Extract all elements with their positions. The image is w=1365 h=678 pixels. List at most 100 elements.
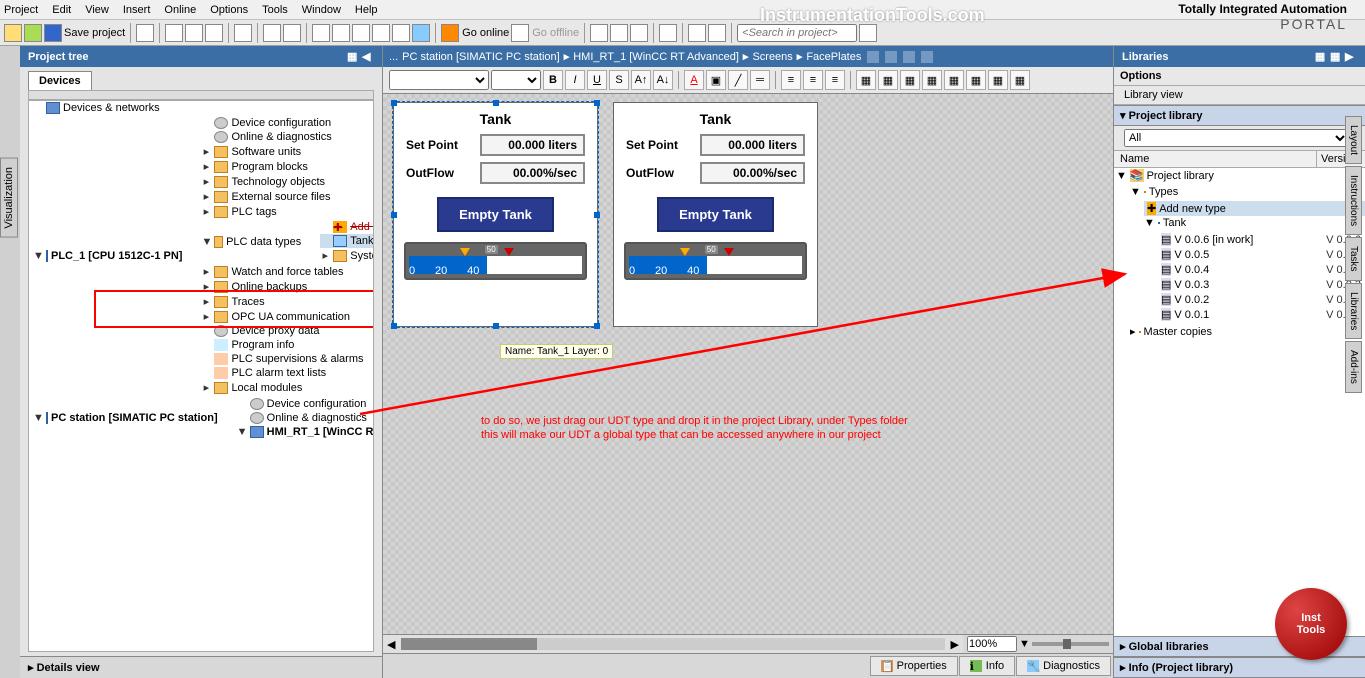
align-c-button[interactable]: ≡	[803, 70, 823, 90]
go-online-button[interactable]: Go online	[441, 24, 509, 42]
col-name[interactable]: Name	[1114, 151, 1317, 167]
tree-sys-dt[interactable]: ▸System data types	[320, 248, 374, 263]
panel-grid-icon[interactable]: ▦	[347, 50, 359, 62]
bc-pc-station[interactable]: PC station [SIMATIC PC station]	[402, 51, 560, 63]
h-scrollbar[interactable]: ◀▶	[383, 635, 963, 653]
arrange-4[interactable]: ▦	[922, 70, 942, 90]
options-row[interactable]: Options	[1114, 67, 1365, 86]
menu-view[interactable]: View	[85, 4, 109, 16]
underline-button[interactable]: U	[587, 70, 607, 90]
lib-v006[interactable]: ▤V 0.0.6 [in work]V 0.0.6	[1158, 232, 1365, 247]
tree-traces[interactable]: ▸Traces	[201, 294, 374, 309]
diagnostics-tab[interactable]: 🔧Diagnostics	[1016, 656, 1111, 676]
compile-icon[interactable]	[352, 24, 370, 42]
info-section[interactable]: Info (Project library)	[1114, 657, 1365, 678]
tree-tech-obj[interactable]: ▸Technology objects	[201, 174, 374, 189]
menu-options[interactable]: Options	[210, 4, 248, 16]
tree-add-new-dt[interactable]: ✚Add new data type	[320, 220, 374, 234]
arrange-1[interactable]: ▦	[856, 70, 876, 90]
arrange-7[interactable]: ▦	[988, 70, 1008, 90]
tree-pc-diag[interactable]: Online & diagnostics	[237, 411, 374, 425]
lib-types[interactable]: ▼Types ✚Add new type ▼Tank ▤V 0.0.6 [in …	[1130, 185, 1365, 324]
tree-prog-blocks[interactable]: ▸Program blocks	[201, 159, 374, 174]
menu-project[interactable]: Project	[4, 4, 38, 16]
search-go-icon[interactable]	[859, 24, 877, 42]
font-color-button[interactable]: A	[684, 70, 704, 90]
redo-icon[interactable]	[283, 24, 301, 42]
align-r-button[interactable]: ≡	[825, 70, 845, 90]
library-view-label[interactable]: Library view	[1124, 89, 1183, 101]
upload-icon[interactable]	[332, 24, 350, 42]
menu-insert[interactable]: Insert	[123, 4, 151, 16]
font-size-select[interactable]	[491, 70, 541, 90]
tree-supervisions[interactable]: PLC supervisions & alarms	[201, 352, 374, 366]
screen-canvas[interactable]: Tank Set Point00.000 liters OutFlow00.00…	[383, 94, 1113, 634]
tree-alarm-lists[interactable]: PLC alarm text lists	[201, 366, 374, 380]
zoom-control[interactable]: ▼	[963, 635, 1113, 653]
tree-hmi[interactable]: ▼HMI_RT_1 [WinCC RT Advanced]	[237, 425, 374, 439]
layout-tab[interactable]: Layout	[1345, 116, 1362, 164]
bc-screens[interactable]: Screens	[752, 51, 792, 63]
menu-window[interactable]: Window	[302, 4, 341, 16]
faceplate-tank-1[interactable]: Tank Set Point00.000 liters OutFlow00.00…	[393, 102, 598, 327]
tb-icon-2[interactable]	[610, 24, 628, 42]
arrange-5[interactable]: ▦	[944, 70, 964, 90]
panel-collapse-icon[interactable]: ◀	[362, 50, 374, 62]
zoom-input[interactable]	[967, 636, 1017, 652]
tree-prog-info[interactable]: Program info	[201, 338, 374, 352]
print-icon[interactable]	[136, 24, 154, 42]
info-tab[interactable]: ℹInfo	[959, 656, 1015, 676]
rt-icon[interactable]	[412, 24, 430, 42]
download-icon[interactable]	[312, 24, 330, 42]
arrange-3[interactable]: ▦	[900, 70, 920, 90]
tree-devices-networks[interactable]: Devices & networks	[33, 101, 373, 115]
menu-tools[interactable]: Tools	[262, 4, 288, 16]
tree-pc-station[interactable]: ▼PC station [SIMATIC PC station] Device …	[33, 396, 373, 440]
new-project-icon[interactable]	[4, 24, 22, 42]
close-icon[interactable]	[921, 51, 933, 63]
empty-tank-button[interactable]: Empty Tank	[657, 197, 774, 232]
font-grow-button[interactable]: A↑	[631, 70, 651, 90]
tree-online-backups[interactable]: ▸Online backups	[201, 279, 374, 294]
sp-value[interactable]: 00.000 liters	[700, 134, 805, 156]
addins-tab[interactable]: Add-ins	[1345, 341, 1362, 393]
min-icon[interactable]	[867, 51, 879, 63]
lib-v004[interactable]: ▤V 0.0.4V 0.0.4	[1158, 262, 1365, 277]
tree-online-diag[interactable]: Online & diagnostics	[201, 130, 374, 144]
split-h-icon[interactable]	[688, 24, 706, 42]
font-family-select[interactable]	[389, 70, 489, 90]
menu-online[interactable]: Online	[164, 4, 196, 16]
of-value[interactable]: 00.00%/sec	[700, 162, 805, 184]
italic-button[interactable]: I	[565, 70, 585, 90]
fill-color-button[interactable]: ▣	[706, 70, 726, 90]
bc-faceplates[interactable]: FacePlates	[806, 51, 861, 63]
tree-tank-udt[interactable]: Tank	[320, 234, 374, 248]
lib-icon-2[interactable]: ▦	[1330, 50, 1342, 62]
arrange-6[interactable]: ▦	[966, 70, 986, 90]
font-shrink-button[interactable]: A↓	[653, 70, 673, 90]
save-project-button[interactable]: Save project	[44, 24, 125, 42]
lib-project-library[interactable]: ▼📚Project library ▼Types ✚Add new type ▼…	[1116, 168, 1365, 340]
details-view-header[interactable]: Details view	[20, 656, 382, 678]
devices-tab[interactable]: Devices	[28, 71, 92, 90]
paste-icon[interactable]	[205, 24, 223, 42]
lib-add-new-type[interactable]: ✚Add new type	[1144, 201, 1365, 216]
tb-icon-3[interactable]	[630, 24, 648, 42]
max-icon[interactable]	[885, 51, 897, 63]
visualization-tab[interactable]: Visualization	[0, 158, 18, 238]
tb-icon-1[interactable]	[590, 24, 608, 42]
library-tree[interactable]: ▼📚Project library ▼Types ✚Add new type ▼…	[1114, 168, 1365, 636]
lib-filter-select[interactable]: All	[1124, 129, 1349, 147]
tree-plc-1[interactable]: ▼PLC_1 [CPU 1512C-1 PN] Device configura…	[33, 115, 373, 396]
cut-icon[interactable]	[165, 24, 183, 42]
hw-icon[interactable]	[372, 24, 390, 42]
search-input[interactable]	[737, 24, 857, 42]
empty-tank-button[interactable]: Empty Tank	[437, 197, 554, 232]
arrange-2[interactable]: ▦	[878, 70, 898, 90]
line-button[interactable]: ╱	[728, 70, 748, 90]
sp-value[interactable]: 00.000 liters	[480, 134, 585, 156]
bold-button[interactable]: B	[543, 70, 563, 90]
tree-device-config[interactable]: Device configuration	[201, 116, 374, 130]
libraries-tab[interactable]: Libraries	[1345, 283, 1362, 339]
open-project-icon[interactable]	[24, 24, 42, 42]
